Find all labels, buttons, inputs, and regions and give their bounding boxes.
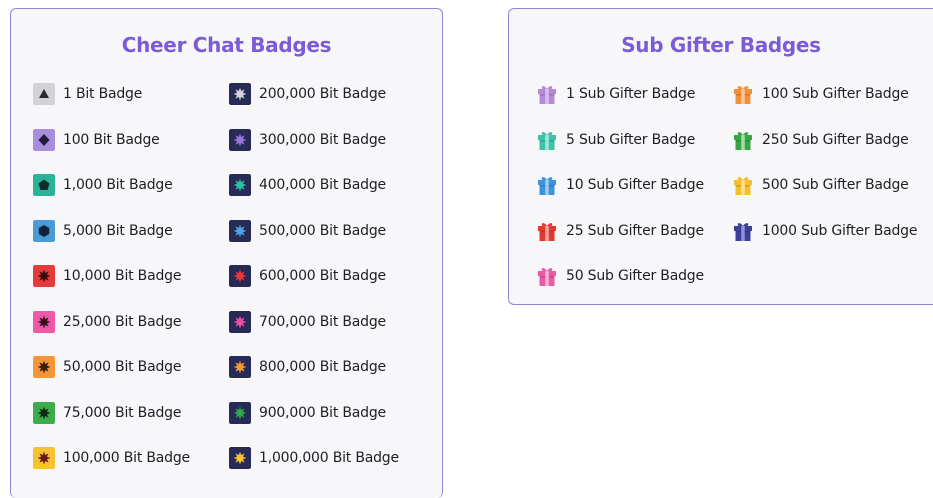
teal-gift-icon — [538, 131, 556, 150]
cheer-badge-label: 1,000,000 Bit Badge — [259, 450, 399, 466]
gifter-badge-label: 25 Sub Gifter Badge — [566, 222, 704, 239]
teal-star-bit-icon — [229, 174, 251, 196]
cheer-badge-item: 700,000 Bit Badge — [229, 309, 386, 335]
cheer-badge-item: 100,000 Bit Badge — [33, 445, 190, 471]
pink-star-bit-icon — [33, 310, 55, 333]
gifter-badge-label: 1000 Sub Gifter Badge — [762, 222, 918, 239]
gifter-badge-item: 1 Sub Gifter Badge — [536, 81, 695, 107]
green-star-bit-icon — [229, 401, 251, 424]
cheer-chat-badges-panel: Cheer Chat Badges 1 Bit Badge 100 Bit Bad… — [10, 8, 443, 498]
cheer-badge-item: 10,000 Bit Badge — [33, 263, 181, 289]
cheer-badge-label: 800,000 Bit Badge — [259, 359, 386, 375]
pink-star-bit-icon — [229, 310, 251, 333]
gifter-badge-label: 5 Sub Gifter Badge — [566, 131, 696, 148]
cheer-badge-item: 1,000,000 Bit Badge — [229, 445, 399, 471]
orange-gift-icon — [734, 86, 752, 104]
cheer-badge-item: 300,000 Bit Badge — [229, 127, 386, 153]
orange-star-bit-icon — [229, 356, 251, 378]
green-gift-icon — [734, 131, 752, 150]
teal-pentagon-bit-icon — [33, 174, 55, 196]
cheer-badge-label: 500,000 Bit Badge — [259, 222, 386, 239]
orange-star-bit-icon — [33, 356, 55, 378]
gifter-badge-label: 100 Sub Gifter Badge — [762, 86, 909, 102]
gifter-badge-label: 1 Sub Gifter Badge — [566, 86, 696, 102]
red-gift-icon — [538, 222, 556, 241]
gold-star-bit-icon — [229, 447, 251, 469]
cheer-badge-label: 1,000 Bit Badge — [63, 177, 173, 193]
red-star-bit-icon — [33, 265, 55, 287]
blue-hexagon-bit-icon — [33, 219, 55, 242]
cheer-badge-label: 700,000 Bit Badge — [259, 313, 386, 330]
gifter-badge-item: 25 Sub Gifter Badge — [536, 218, 704, 244]
cheer-badge-item: 200,000 Bit Badge — [229, 81, 386, 107]
cheer-badge-item: 25,000 Bit Badge — [33, 309, 181, 335]
gifter-badge-label: 500 Sub Gifter Badge — [762, 177, 909, 193]
gifter-badge-label: 50 Sub Gifter Badge — [566, 268, 704, 284]
cheer-badge-label: 25,000 Bit Badge — [63, 313, 182, 330]
cheer-badge-item: 500,000 Bit Badge — [229, 218, 386, 244]
cheer-badge-label: 10,000 Bit Badge — [63, 268, 182, 284]
cheer-badge-label: 100,000 Bit Badge — [63, 450, 190, 466]
gifter-badge-item: 250 Sub Gifter Badge — [732, 127, 909, 153]
cheer-panel-title: Cheer Chat Badges — [121, 33, 332, 57]
cheer-badge-label: 50,000 Bit Badge — [63, 359, 182, 375]
pink-gift-icon — [538, 268, 556, 286]
cheer-badge-item: 400,000 Bit Badge — [229, 172, 386, 198]
sub-gifter-badges-panel: Sub Gifter Badges 1 Sub Gifter Badge 5 Su… — [508, 8, 933, 305]
gifter-panel-title: Sub Gifter Badges — [621, 33, 821, 57]
cheer-badge-label: 900,000 Bit Badge — [259, 404, 386, 421]
cheer-badge-label: 100 Bit Badge — [63, 131, 160, 148]
blue-star-bit-icon — [229, 219, 251, 242]
gifter-badge-item: 5 Sub Gifter Badge — [536, 127, 695, 153]
violet-star-bit-icon — [229, 128, 251, 151]
gray-triangle-bit-icon — [33, 83, 55, 105]
purple-diamond-bit-icon — [33, 128, 55, 151]
cheer-badge-label: 300,000 Bit Badge — [259, 131, 386, 148]
cheer-badge-label: 400,000 Bit Badge — [259, 177, 386, 193]
cheer-badge-item: 600,000 Bit Badge — [229, 263, 386, 289]
cheer-badge-item: 75,000 Bit Badge — [33, 400, 181, 426]
cheer-badge-label: 200,000 Bit Badge — [259, 86, 386, 102]
gifter-badge-item: 500 Sub Gifter Badge — [732, 172, 909, 198]
cheer-badge-label: 5,000 Bit Badge — [63, 222, 173, 239]
purple-gift-icon — [538, 86, 556, 104]
indigo-gift-icon — [734, 222, 752, 241]
gifter-badge-label: 10 Sub Gifter Badge — [566, 177, 704, 193]
green-star-bit-icon — [33, 401, 55, 424]
cheer-badge-item: 800,000 Bit Badge — [229, 354, 386, 380]
gifter-badge-item: 50 Sub Gifter Badge — [536, 263, 704, 289]
red-star-bit-icon — [229, 265, 251, 287]
cheer-badge-label: 1 Bit Badge — [63, 86, 143, 102]
cheer-badge-item: 100 Bit Badge — [33, 127, 160, 153]
gifter-badge-item: 10 Sub Gifter Badge — [536, 172, 704, 198]
cheer-badge-label: 600,000 Bit Badge — [259, 268, 386, 284]
cheer-badge-item: 1,000 Bit Badge — [33, 172, 173, 198]
cheer-badge-item: 5,000 Bit Badge — [33, 218, 173, 244]
blue-gift-icon — [538, 177, 556, 195]
silver-star-bit-icon — [229, 83, 251, 105]
yellow-gift-icon — [734, 177, 752, 195]
gifter-badge-label: 250 Sub Gifter Badge — [762, 131, 909, 148]
yellow-star-bit-icon — [33, 447, 55, 469]
cheer-badge-item: 1 Bit Badge — [33, 81, 142, 107]
gifter-badge-item: 1000 Sub Gifter Badge — [732, 218, 917, 244]
gifter-badge-item: 100 Sub Gifter Badge — [732, 81, 909, 107]
cheer-badge-label: 75,000 Bit Badge — [63, 404, 182, 421]
cheer-badge-item: 900,000 Bit Badge — [229, 400, 386, 426]
cheer-badge-item: 50,000 Bit Badge — [33, 354, 181, 380]
